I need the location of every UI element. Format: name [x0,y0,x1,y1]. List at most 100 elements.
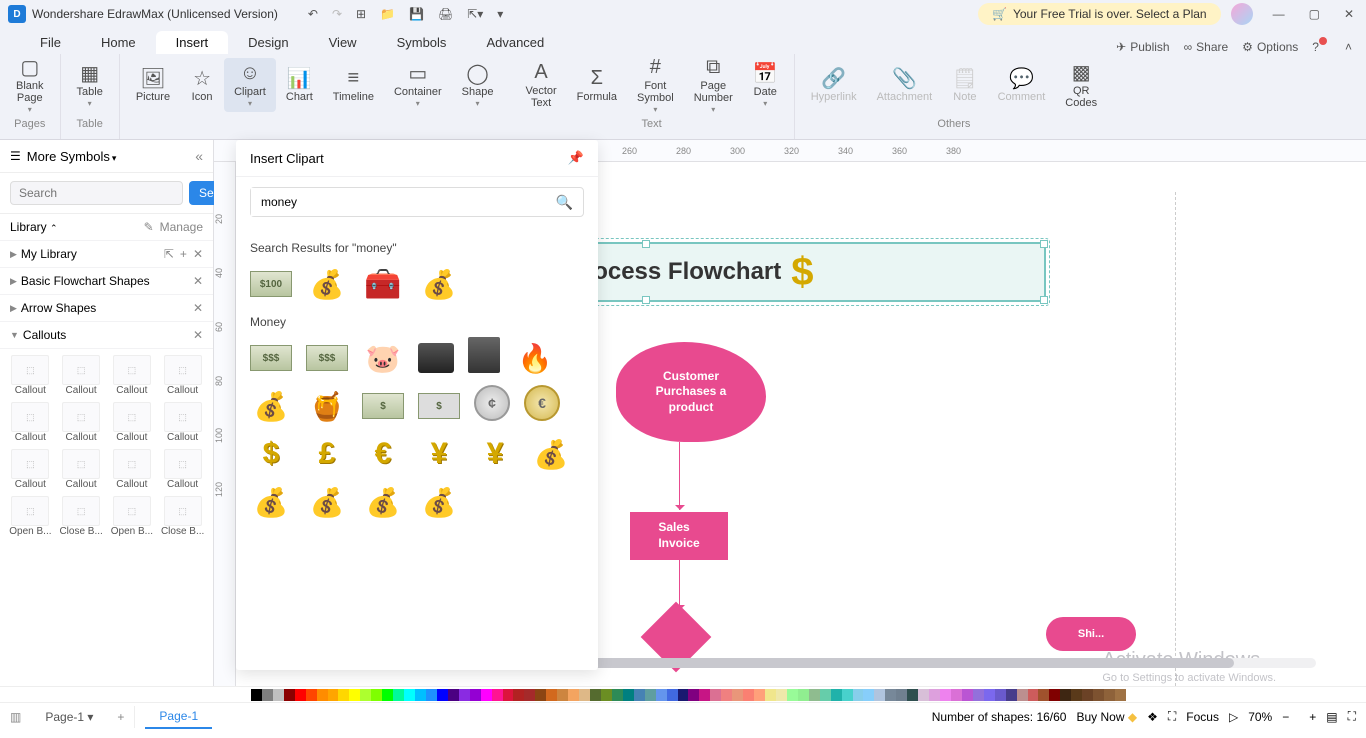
tab-design[interactable]: Design [228,31,308,54]
color-swatch[interactable] [874,689,885,701]
color-swatch[interactable] [623,689,634,701]
clipart-cash[interactable]: $100 [250,271,292,297]
import-icon[interactable]: ⇱ [164,247,174,261]
tab-view[interactable]: View [309,31,377,54]
clipart-euro-sign[interactable]: € [362,433,404,475]
manage-button[interactable]: ✎ Manage [144,220,203,234]
color-swatch[interactable] [1049,689,1060,701]
clipart-treasure[interactable]: 🧰 [362,263,404,305]
color-swatch[interactable] [557,689,568,701]
publish-button[interactable]: ✈Publish [1116,40,1169,54]
options-button[interactable]: ⚙Options [1242,40,1298,54]
color-swatch[interactable] [1093,689,1104,701]
resize-handle[interactable] [642,296,650,304]
add-page-button[interactable]: + [117,710,124,724]
comment-button[interactable]: 💬Comment [988,63,1056,107]
callouts-item[interactable]: Callouts [23,328,193,342]
save-icon[interactable]: 💾 [409,7,424,21]
color-swatch[interactable] [1060,689,1071,701]
color-swatch[interactable] [776,689,787,701]
callout-shape-thumb[interactable]: ⬚Callout [57,400,106,445]
new-icon[interactable]: ⊞ [356,7,366,21]
color-swatch[interactable] [1082,689,1093,701]
color-swatch[interactable] [448,689,459,701]
open-icon[interactable]: 📁 [380,7,395,21]
clipart-bag-yen[interactable]: 💰 [362,481,404,523]
timeline-button[interactable]: ≡Timeline [323,63,384,107]
color-swatch[interactable] [809,689,820,701]
clipart-yen-sign2[interactable]: ¥ [474,433,516,475]
callout-shape-thumb[interactable]: ⬚Callout [158,447,207,492]
resize-handle[interactable] [642,240,650,248]
callout-shape-thumb[interactable]: ⬚Callout [108,353,157,398]
clipart-goldpot[interactable]: 🔥 [514,337,556,379]
clipart-search-input[interactable] [251,188,546,216]
ship-shape[interactable]: Shi... [1046,617,1136,651]
color-swatch[interactable] [1071,689,1082,701]
focus-label[interactable]: Focus [1186,710,1219,724]
color-swatch[interactable] [699,689,710,701]
color-swatch[interactable] [907,689,918,701]
close-icon[interactable]: ✕ [193,247,203,261]
color-swatch[interactable] [513,689,524,701]
color-swatch[interactable] [798,689,809,701]
tab-symbols[interactable]: Symbols [377,31,467,54]
minimize-button[interactable]: — [1269,5,1289,23]
color-swatch[interactable] [721,689,732,701]
basic-flowchart-item[interactable]: Basic Flowchart Shapes [21,274,193,288]
more-symbols-button[interactable]: More Symbols▾ [27,149,117,164]
color-swatch[interactable] [754,689,765,701]
color-swatch[interactable] [710,689,721,701]
blank-page-button[interactable]: ▢Blank Page▾ [6,52,54,118]
color-swatch[interactable] [579,689,590,701]
page-view-icon[interactable]: ▥ [10,710,21,724]
callout-shape-thumb[interactable]: ⬚Callout [108,447,157,492]
clipart-bills2[interactable]: $$$ [306,345,348,371]
callout-shape-thumb[interactable]: ⬚Callout [57,353,106,398]
color-swatch[interactable] [404,689,415,701]
play-icon[interactable]: ▷ [1229,710,1238,724]
redo-icon[interactable]: ↷ [332,7,342,21]
color-swatch[interactable] [601,689,612,701]
callout-shape-thumb[interactable]: ⬚Close B... [158,494,207,539]
clipart-button[interactable]: ☺Clipart▾ [224,58,276,112]
callout-shape-thumb[interactable]: ⬚Open B... [6,494,55,539]
arrow-shapes-item[interactable]: Arrow Shapes [21,301,193,315]
container-button[interactable]: ▭Container▾ [384,58,452,112]
color-swatch[interactable] [1038,689,1049,701]
color-swatch[interactable] [831,689,842,701]
callout-shape-thumb[interactable]: ⬚Callout [108,400,157,445]
callout-shape-thumb[interactable]: ⬚Callout [6,400,55,445]
color-swatch[interactable] [645,689,656,701]
formula-button[interactable]: ΣFormula [567,63,627,107]
color-swatch[interactable] [787,689,798,701]
color-swatch[interactable] [1028,689,1039,701]
color-swatch[interactable] [459,689,470,701]
zoom-out-button[interactable]: − [1282,710,1289,724]
color-swatch[interactable] [1017,689,1028,701]
color-swatch[interactable] [437,689,448,701]
sales-invoice-shape[interactable]: Sales Invoice [630,512,728,560]
focus-frame-icon[interactable]: ⛶ [1168,709,1176,724]
color-swatch[interactable] [1006,689,1017,701]
symbol-search-input[interactable] [10,181,183,205]
color-swatch[interactable] [984,689,995,701]
color-swatch[interactable] [546,689,557,701]
clipart-moneybag-orange[interactable]: 💰 [418,263,460,305]
color-swatch[interactable] [415,689,426,701]
collapse-ribbon-icon[interactable]: ˄ [1345,40,1352,54]
pin-icon[interactable]: 📌 [568,150,584,166]
color-swatch[interactable] [853,689,864,701]
my-library-item[interactable]: My Library [21,247,164,261]
zoom-in-button[interactable]: + [1309,710,1316,724]
vector-text-button[interactable]: AVector Text [515,57,566,113]
qr-codes-button[interactable]: ▩QR Codes [1055,57,1107,113]
color-swatch[interactable] [382,689,393,701]
color-swatch[interactable] [317,689,328,701]
color-swatch[interactable] [612,689,623,701]
close-icon[interactable]: ✕ [193,328,203,342]
maximize-button[interactable]: ▢ [1305,5,1324,23]
page-tab-1[interactable]: Page-1 [145,705,212,729]
color-swatch[interactable] [995,689,1006,701]
color-swatch[interactable] [535,689,546,701]
